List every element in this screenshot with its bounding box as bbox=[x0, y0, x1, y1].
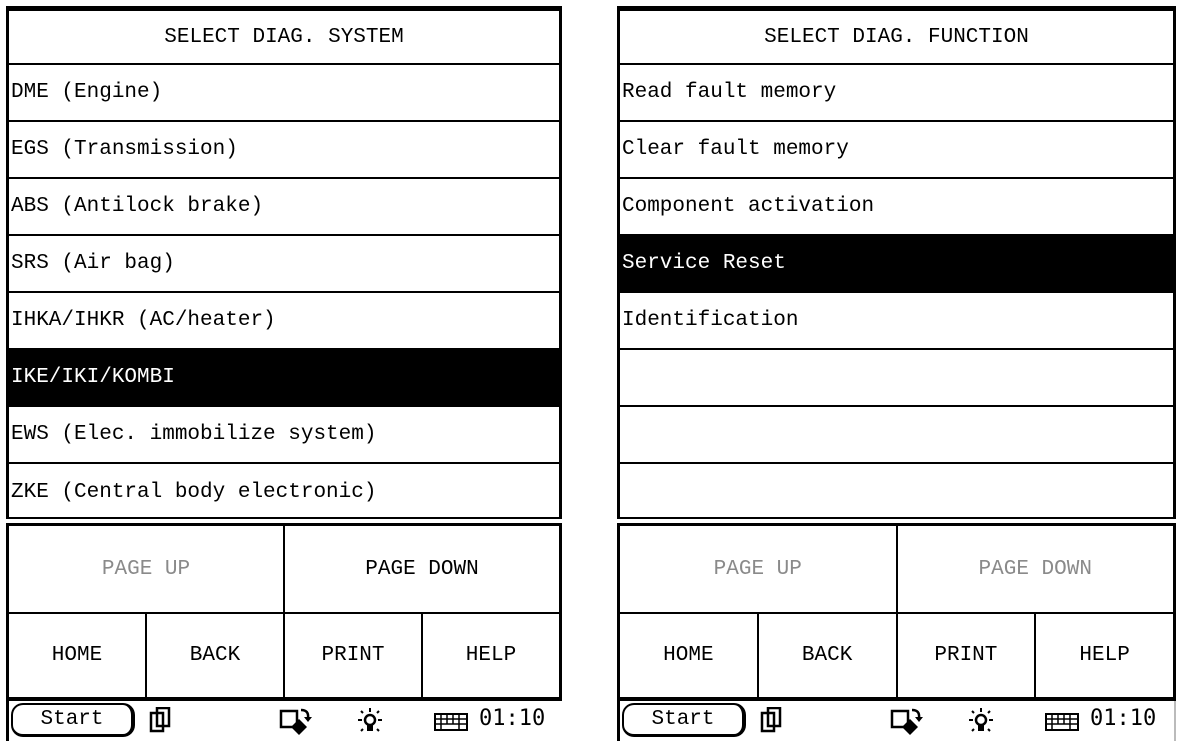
page-down-button[interactable]: PAGE DOWN bbox=[285, 526, 559, 612]
taskbar: Start 01:10 bbox=[6, 701, 562, 741]
list-item[interactable]: ZKE (Central body electronic) bbox=[9, 464, 559, 521]
list-item[interactable]: Component activation bbox=[620, 179, 1173, 236]
list-item-empty bbox=[620, 464, 1173, 521]
button-panel: PAGE UP PAGE DOWN HOME BACK PRINT HELP bbox=[6, 523, 562, 701]
list-item-empty bbox=[620, 350, 1173, 407]
page-up-button[interactable]: PAGE UP bbox=[620, 526, 898, 612]
print-button[interactable]: PRINT bbox=[898, 614, 1037, 697]
windows-icon[interactable] bbox=[149, 706, 171, 738]
screen-rotate-icon[interactable] bbox=[890, 707, 924, 742]
start-button[interactable]: Start bbox=[11, 703, 135, 737]
home-button[interactable]: HOME bbox=[9, 614, 147, 697]
screen-rotate-icon[interactable] bbox=[279, 707, 313, 742]
windows-icon[interactable] bbox=[760, 706, 782, 738]
list-item[interactable]: Read fault memory bbox=[620, 65, 1173, 122]
keyboard-icon[interactable] bbox=[434, 713, 468, 736]
list-item[interactable]: IHKA/IHKR (AC/heater) bbox=[9, 293, 559, 350]
list-item[interactable]: IKE/IKI/KOMBI bbox=[9, 350, 559, 407]
page-down-button[interactable]: PAGE DOWN bbox=[898, 526, 1174, 612]
help-button[interactable]: HELP bbox=[1036, 614, 1173, 697]
taskbar: Start 01:10 bbox=[617, 701, 1176, 741]
print-button[interactable]: PRINT bbox=[285, 614, 423, 697]
diag-system-screen: SELECT DIAG. SYSTEM DME (Engine) EGS (Tr… bbox=[6, 6, 562, 750]
list-item[interactable]: EGS (Transmission) bbox=[9, 122, 559, 179]
diag-system-list: SELECT DIAG. SYSTEM DME (Engine) EGS (Tr… bbox=[6, 6, 562, 519]
home-button[interactable]: HOME bbox=[620, 614, 759, 697]
list-item[interactable]: Identification bbox=[620, 293, 1173, 350]
clock: 01:10 bbox=[1090, 706, 1157, 731]
back-button[interactable]: BACK bbox=[759, 614, 898, 697]
clock: 01:10 bbox=[479, 706, 546, 731]
brightness-icon[interactable] bbox=[966, 707, 996, 742]
keyboard-icon[interactable] bbox=[1045, 713, 1079, 736]
diag-function-screen: SELECT DIAG. FUNCTION Read fault memory … bbox=[617, 6, 1176, 750]
list-header: SELECT DIAG. SYSTEM bbox=[9, 11, 559, 65]
list-item-empty bbox=[620, 407, 1173, 464]
list-item[interactable]: EWS (Elec. immobilize system) bbox=[9, 407, 559, 464]
help-button[interactable]: HELP bbox=[423, 614, 559, 697]
back-button[interactable]: BACK bbox=[147, 614, 285, 697]
button-panel: PAGE UP PAGE DOWN HOME BACK PRINT HELP bbox=[617, 523, 1176, 701]
list-item[interactable]: Service Reset bbox=[620, 236, 1173, 293]
brightness-icon[interactable] bbox=[355, 707, 385, 742]
list-item[interactable]: DME (Engine) bbox=[9, 65, 559, 122]
list-item[interactable]: SRS (Air bag) bbox=[9, 236, 559, 293]
diag-function-list: SELECT DIAG. FUNCTION Read fault memory … bbox=[617, 6, 1176, 519]
list-item[interactable]: Clear fault memory bbox=[620, 122, 1173, 179]
list-item[interactable]: ABS (Antilock brake) bbox=[9, 179, 559, 236]
list-header: SELECT DIAG. FUNCTION bbox=[620, 11, 1173, 65]
start-button[interactable]: Start bbox=[622, 703, 746, 737]
page-up-button[interactable]: PAGE UP bbox=[9, 526, 285, 612]
